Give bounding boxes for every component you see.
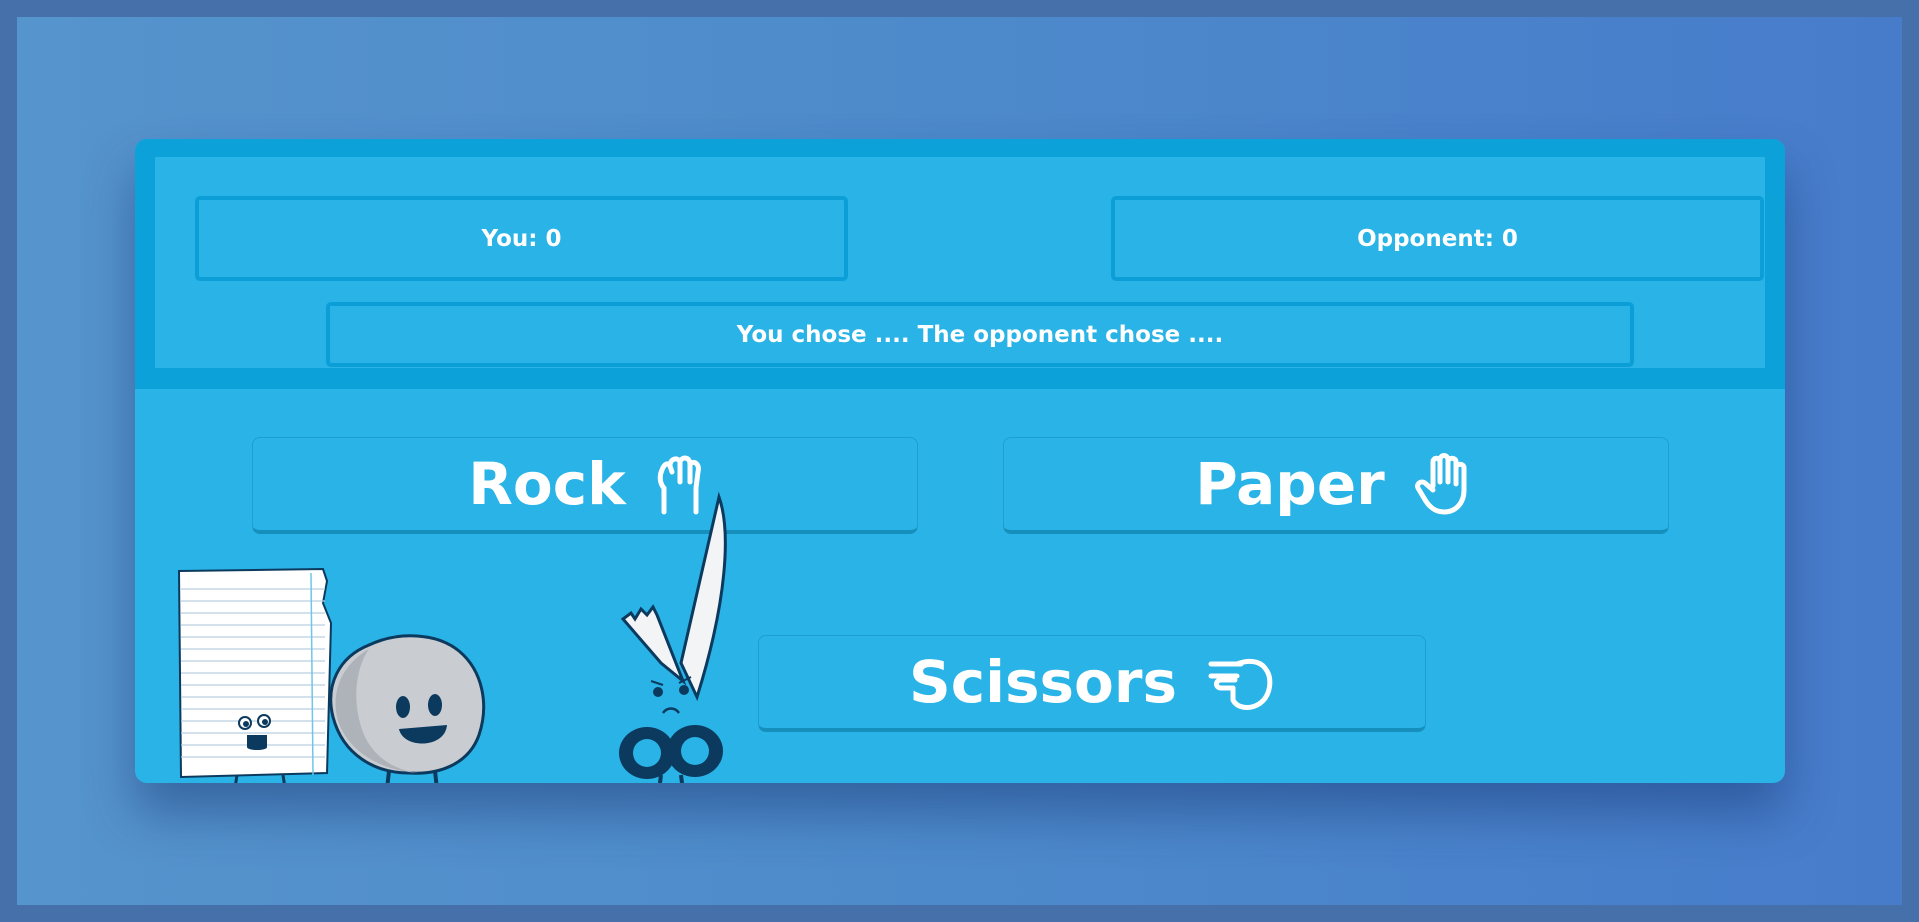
scoreboard-inner: You: 0 Opponent: 0 You chose .... The op… <box>155 157 1765 368</box>
game-card: You: 0 Opponent: 0 You chose .... The op… <box>135 139 1785 783</box>
round-result: You chose .... The opponent chose .... <box>326 302 1634 367</box>
scissors-button-label: Scissors <box>908 648 1178 716</box>
open-hand-icon <box>1414 453 1467 515</box>
pointing-hand-icon <box>1208 658 1273 710</box>
paper-button-label: Paper <box>1195 450 1385 518</box>
scoreboard: You: 0 Opponent: 0 You chose .... The op… <box>135 139 1785 389</box>
opponent-score: Opponent: 0 <box>1111 196 1764 281</box>
rock-character <box>329 634 486 783</box>
scissors-button[interactable]: Scissors <box>758 635 1426 732</box>
rock-button[interactable]: Rock <box>252 437 918 534</box>
paper-character <box>177 567 333 783</box>
scissors-character <box>619 491 727 783</box>
player-score: You: 0 <box>195 196 848 281</box>
paper-button[interactable]: Paper <box>1003 437 1669 534</box>
